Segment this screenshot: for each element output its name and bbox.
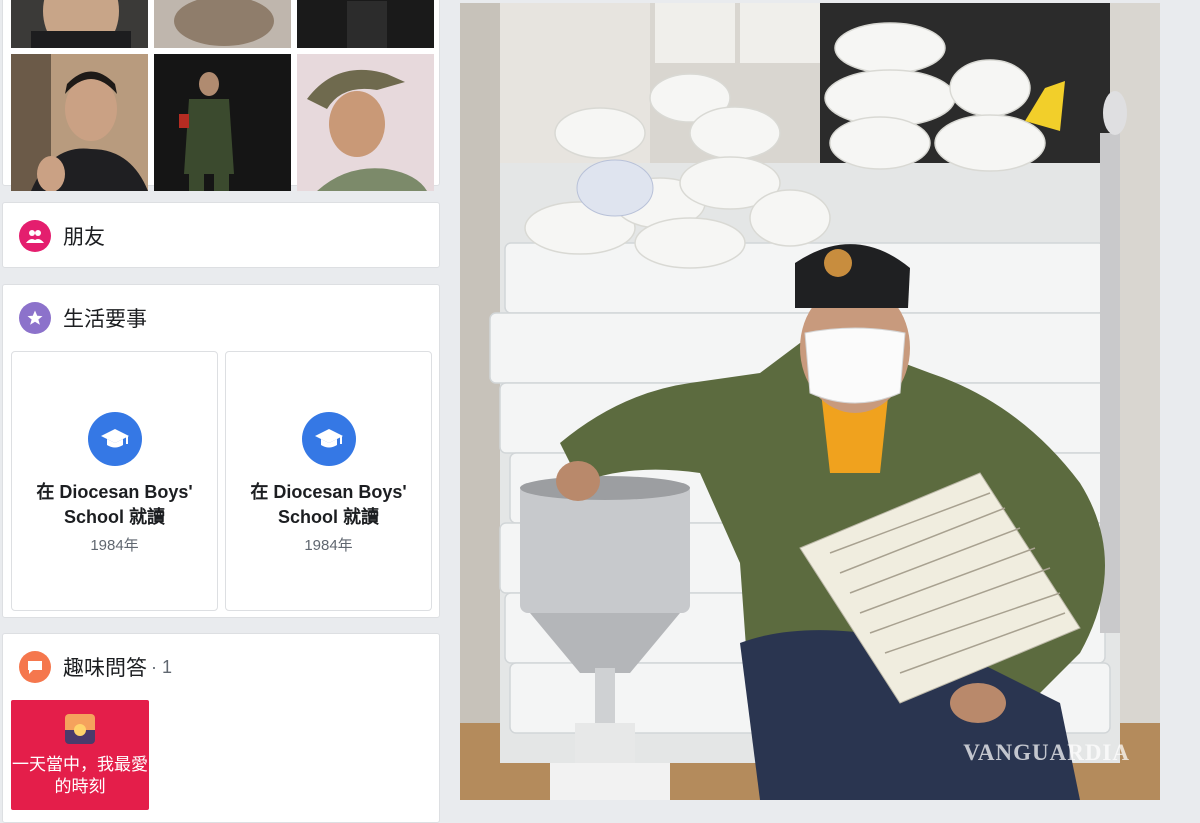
- graduation-cap-icon: [301, 412, 356, 466]
- photo-thumb[interactable]: [11, 0, 148, 48]
- life-event-year: 1984年: [304, 537, 353, 554]
- quiz-header[interactable]: 趣味問答 · 1: [19, 651, 172, 683]
- friends-icon: [19, 220, 51, 252]
- friends-title: 朋友: [63, 226, 105, 249]
- life-events-card: 生活要事 在 Diocesan Boys' School 就讀 1984年 在 …: [2, 284, 440, 618]
- quiz-title: 趣味問答: [63, 657, 147, 680]
- quiz-text: 一天當中，我最愛的時刻: [12, 755, 148, 796]
- quiz-tile[interactable]: 一天當中，我最愛的時刻: [11, 700, 149, 810]
- right-margin: [1160, 0, 1200, 800]
- life-event-title: 在 Diocesan Boys' School 就讀: [250, 482, 407, 527]
- photo-thumb[interactable]: [297, 54, 434, 191]
- life-event-title: 在 Diocesan Boys' School 就讀: [36, 482, 193, 527]
- quiz-card: 趣味問答 · 1 一天當中，我最愛的時刻: [2, 633, 440, 823]
- life-event-year: 1984年: [90, 537, 139, 554]
- friends-card: 朋友: [2, 202, 440, 268]
- life-event-tile[interactable]: 在 Diocesan Boys' School 就讀 1984年: [225, 351, 432, 611]
- watermark: VANGUARDIA: [963, 740, 1130, 765]
- star-icon: [19, 302, 51, 334]
- life-event-tile[interactable]: 在 Diocesan Boys' School 就讀 1984年: [11, 351, 218, 611]
- left-column: 朋友 生活要事 在 Diocesan Boys' School 就讀 1984年…: [0, 0, 448, 823]
- life-events-header[interactable]: 生活要事: [19, 302, 147, 334]
- photo-thumb[interactable]: [297, 0, 434, 48]
- quiz-count: · 1: [151, 656, 173, 677]
- sunset-icon: [65, 714, 95, 744]
- photo-thumb[interactable]: [11, 54, 148, 191]
- post-photo[interactable]: VANGUARDIA: [460, 3, 1160, 800]
- photo-thumb[interactable]: [154, 0, 291, 48]
- life-events-title: 生活要事: [63, 308, 147, 331]
- speech-bubble-icon: [19, 651, 51, 683]
- friends-header[interactable]: 朋友: [19, 220, 105, 252]
- graduation-cap-icon: [87, 412, 142, 466]
- post-photo-image: [460, 3, 1160, 800]
- photos-card: [2, 0, 440, 191]
- photo-thumb[interactable]: [154, 54, 291, 191]
